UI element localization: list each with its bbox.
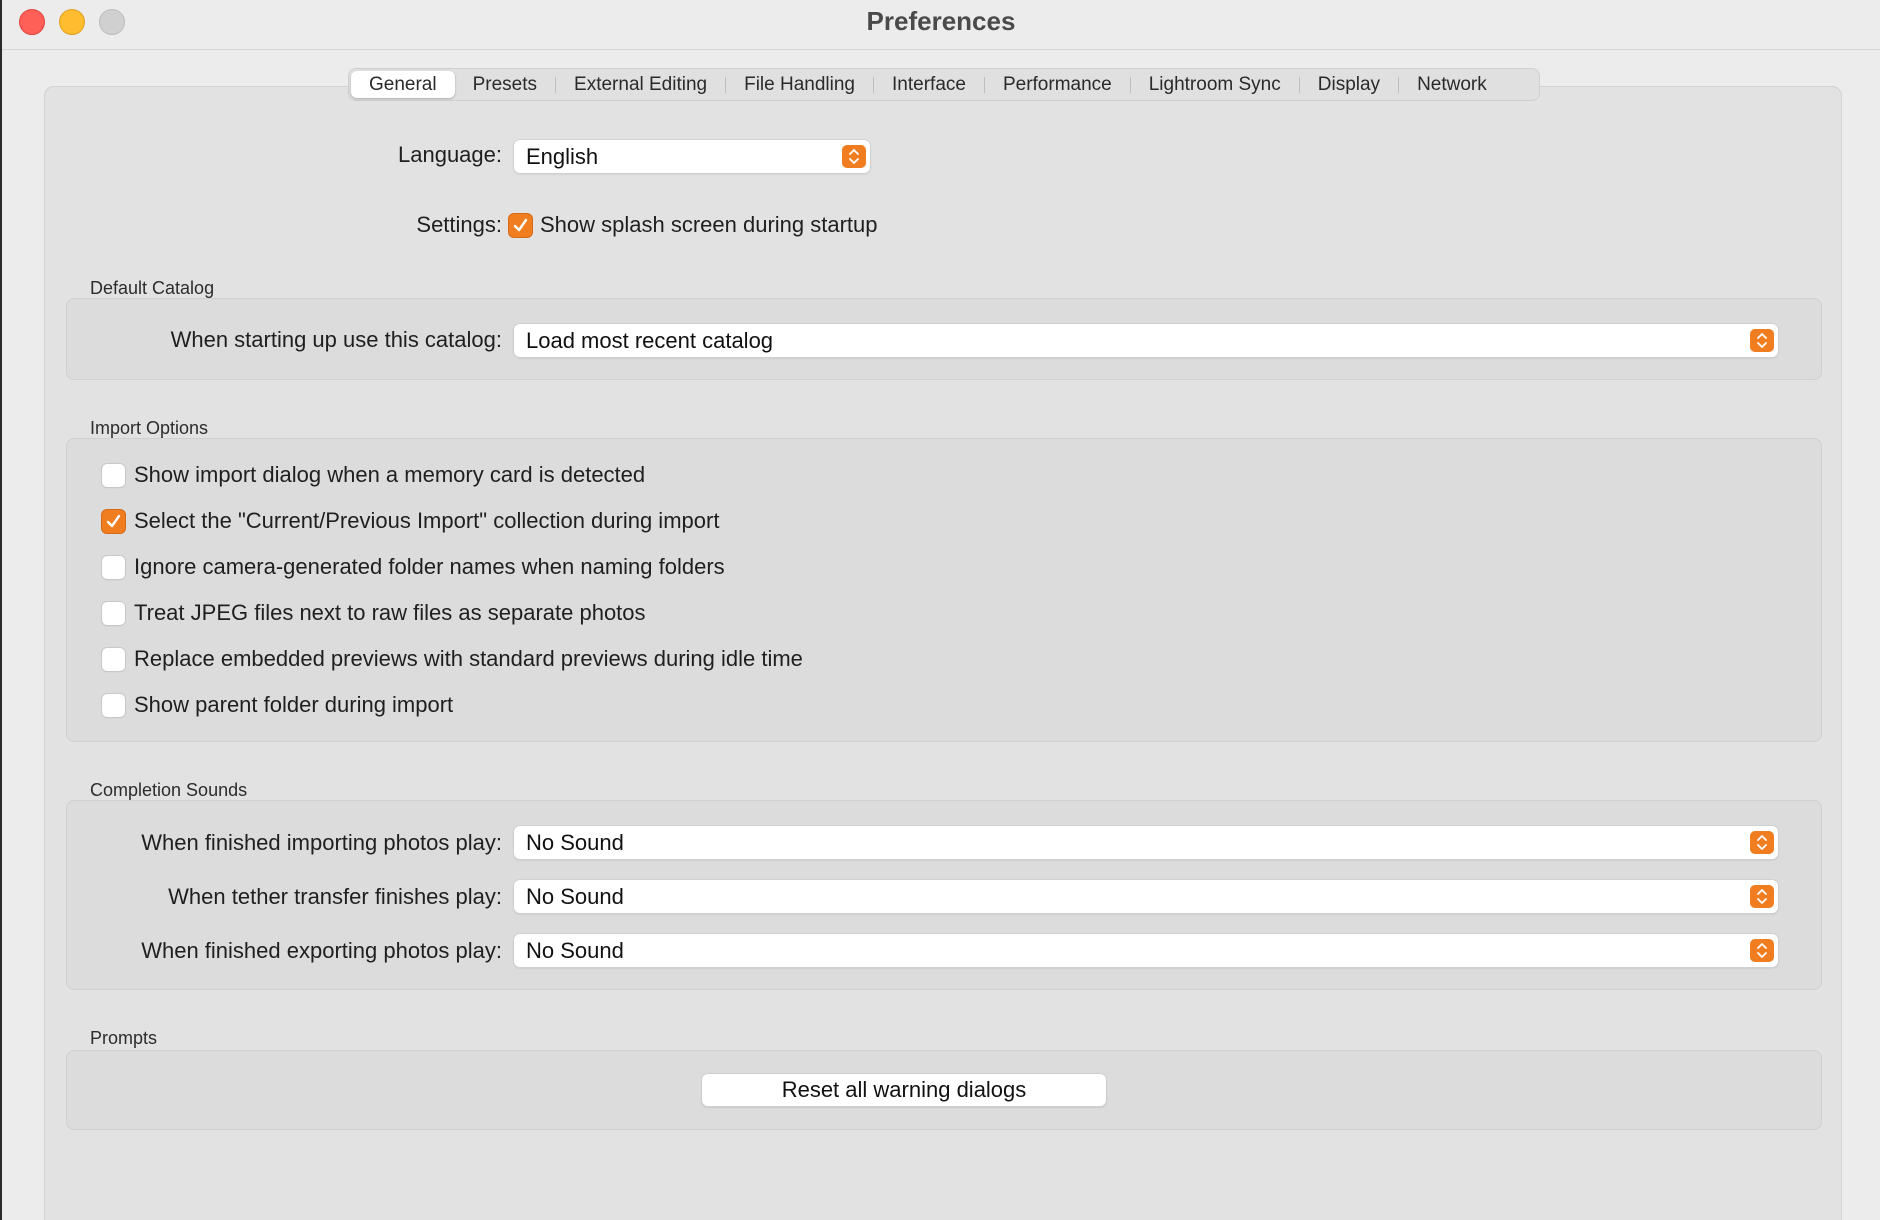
import-option-label[interactable]: Show import dialog when a memory card is…: [134, 462, 645, 488]
title-bar: Preferences: [2, 0, 1880, 50]
tether-sound-label: When tether transfer finishes play:: [168, 884, 502, 909]
checkmark-icon: [106, 514, 121, 528]
tab-performance[interactable]: Performance: [985, 71, 1130, 98]
up-down-chevron-icon: [1750, 939, 1774, 962]
tab-interface[interactable]: Interface: [874, 71, 984, 98]
import-option-label[interactable]: Treat JPEG files next to raw files as se…: [134, 600, 646, 626]
tab-file-handling[interactable]: File Handling: [726, 71, 873, 98]
tab-bar: General Presets External Editing File Ha…: [348, 68, 1540, 101]
tab-presets[interactable]: Presets: [455, 71, 555, 98]
language-label: Language:: [398, 142, 502, 167]
language-select-value: English: [526, 144, 599, 169]
tab-general[interactable]: General: [351, 71, 455, 98]
import-option-checkbox[interactable]: [102, 556, 125, 579]
language-select[interactable]: English: [514, 140, 870, 173]
up-down-chevron-icon: [842, 145, 866, 168]
import-option-label[interactable]: Ignore camera-generated folder names whe…: [134, 554, 725, 580]
default-catalog-select[interactable]: Load most recent catalog: [514, 324, 1778, 357]
import-sound-label: When finished importing photos play:: [141, 830, 502, 855]
import-sound-value: No Sound: [526, 830, 624, 855]
splash-screen-label[interactable]: Show splash screen during startup: [540, 212, 878, 238]
window-title: Preferences: [866, 6, 1016, 36]
tab-display[interactable]: Display: [1300, 71, 1398, 98]
import-option-checkbox[interactable]: [102, 602, 125, 625]
import-option-checkbox[interactable]: [102, 510, 125, 533]
tab-lightroom-sync[interactable]: Lightroom Sync: [1131, 71, 1299, 98]
checkmark-icon: [513, 218, 528, 232]
import-option-label[interactable]: Select the "Current/Previous Import" col…: [134, 508, 719, 534]
up-down-chevron-icon: [1750, 831, 1774, 854]
import-option-label[interactable]: Show parent folder during import: [134, 692, 453, 718]
completion-sounds-title: Completion Sounds: [90, 780, 248, 800]
up-down-chevron-icon: [1750, 329, 1774, 352]
default-catalog-title: Default Catalog: [90, 278, 215, 298]
prompts-title: Prompts: [90, 1028, 158, 1048]
export-sound-value: No Sound: [526, 938, 624, 963]
tether-sound-value: No Sound: [526, 884, 624, 909]
settings-label: Settings:: [416, 212, 502, 237]
import-option-checkbox[interactable]: [102, 648, 125, 671]
reset-warning-dialogs-button[interactable]: Reset all warning dialogs: [702, 1074, 1106, 1106]
tab-network[interactable]: Network: [1399, 71, 1505, 98]
default-catalog-label: When starting up use this catalog:: [170, 327, 502, 352]
import-options-title: Import Options: [90, 418, 209, 438]
tab-external-editing[interactable]: External Editing: [556, 71, 725, 98]
export-sound-label: When finished exporting photos play:: [141, 938, 502, 963]
preferences-window: Preferences General Presets External Edi…: [0, 0, 1880, 1220]
import-sound-select[interactable]: No Sound: [514, 826, 1778, 859]
import-option-checkbox[interactable]: [102, 694, 125, 717]
splash-screen-checkbox[interactable]: [509, 214, 532, 237]
default-catalog-select-value: Load most recent catalog: [526, 328, 774, 353]
export-sound-select[interactable]: No Sound: [514, 934, 1778, 967]
up-down-chevron-icon: [1750, 885, 1774, 908]
import-option-label[interactable]: Replace embedded previews with standard …: [134, 646, 803, 672]
tether-sound-select[interactable]: No Sound: [514, 880, 1778, 913]
import-option-checkbox[interactable]: [102, 464, 125, 487]
